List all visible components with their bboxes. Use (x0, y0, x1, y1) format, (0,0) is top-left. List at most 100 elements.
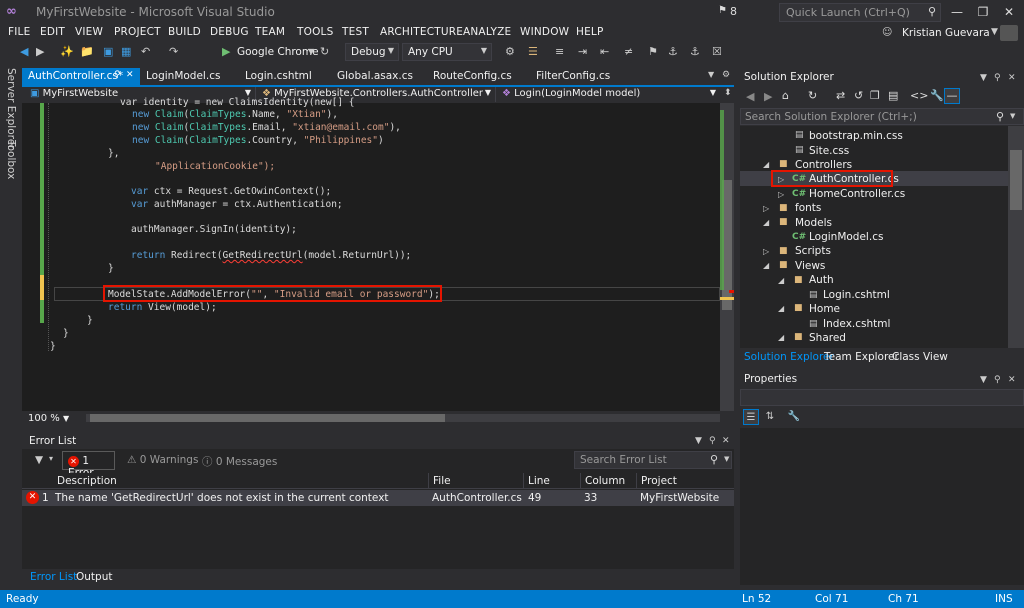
avatar[interactable] (1000, 25, 1018, 41)
menu-analyze[interactable]: ANALYZE (463, 26, 511, 38)
collapsed-arrow-icon[interactable]: ▷ (778, 190, 784, 199)
new-project-icon[interactable]: ✨ (60, 44, 74, 60)
zoom-level-dropdown[interactable]: 100 % ▼ (28, 413, 69, 424)
quick-launch-input[interactable]: Quick Launch (Ctrl+Q) (779, 3, 941, 22)
chevron-down-icon[interactable]: ▼ (695, 436, 702, 446)
save-icon[interactable]: ▣ (103, 44, 113, 60)
tab-output[interactable]: Output (76, 571, 112, 583)
column-file[interactable]: File (433, 475, 451, 487)
menu-file[interactable]: FILE (8, 26, 30, 38)
messages-filter-button[interactable]: ⓘ 0 Messages (197, 451, 282, 470)
pin-icon[interactable]: ⚲ (994, 73, 1001, 83)
configuration-dropdown[interactable]: Debug ▼ (345, 43, 399, 61)
toolbox-tab[interactable]: Toolbox (5, 140, 17, 179)
menu-team[interactable]: TEAM (255, 26, 285, 38)
pin-icon[interactable]: ⚲ (114, 70, 121, 80)
properties-object-dropdown[interactable] (740, 389, 1024, 406)
tab-team-explorer[interactable]: Team Explorer (824, 351, 899, 363)
pending-changes-icon[interactable]: ↻ (808, 89, 817, 102)
solution-explorer-scroll-thumb[interactable] (1010, 150, 1022, 210)
tree-item-home-folder[interactable]: Home (809, 302, 840, 316)
tree-item-login-cshtml[interactable]: Login.cshtml (823, 288, 890, 302)
chevron-down-icon[interactable]: ▼ (980, 73, 987, 83)
platform-dropdown[interactable]: Any CPU ▼ (402, 43, 492, 61)
menu-test[interactable]: TEST (342, 26, 369, 38)
sync-icon[interactable]: ⇄ (836, 89, 845, 102)
search-icon[interactable]: ⚲ (710, 453, 718, 466)
tree-item-scripts[interactable]: Scripts (795, 244, 831, 258)
tree-item-shared-folder[interactable]: Shared (809, 331, 846, 345)
column-column[interactable]: Column (585, 475, 625, 487)
property-pages-icon[interactable]: 🔧 (786, 409, 802, 425)
back-icon[interactable]: ◀ (746, 90, 754, 103)
undo-icon[interactable]: ↶ (141, 44, 150, 60)
home-icon[interactable]: ⌂ (782, 89, 789, 102)
tab-overflow-icon[interactable]: ▼ (708, 70, 714, 79)
categorized-icon[interactable]: ☰ (743, 409, 759, 425)
horizontal-scroll-thumb[interactable] (90, 414, 445, 422)
warnings-filter-button[interactable]: ⚠ 0 Warnings (122, 451, 203, 470)
chevron-down-icon[interactable]: ▼ (308, 44, 314, 60)
maximize-button[interactable]: ❐ (972, 3, 994, 21)
chevron-down-icon[interactable]: ▼ (980, 375, 987, 385)
tree-item-models[interactable]: Models (795, 216, 832, 230)
redo-icon[interactable]: ↷ (169, 44, 178, 60)
menu-build[interactable]: BUILD (168, 26, 201, 38)
outdent-icon[interactable]: ⇤ (600, 44, 609, 60)
tab-solution-explorer[interactable]: Solution Explorer (744, 351, 834, 363)
expanded-arrow-icon[interactable]: ◢ (763, 261, 769, 270)
pin-icon[interactable]: ⚲ (709, 436, 716, 446)
chevron-down-icon[interactable]: ▾ (44, 451, 58, 470)
forward-icon[interactable]: ▶ (764, 90, 772, 103)
close-icon[interactable]: ✕ (1008, 375, 1016, 385)
menu-tools[interactable]: TOOLS (297, 26, 333, 38)
uncomment-icon[interactable]: ≠ (624, 44, 633, 60)
notification-flag-icon[interactable]: ⚑ (718, 5, 727, 16)
expanded-arrow-icon[interactable]: ◢ (763, 160, 769, 169)
chevron-down-icon[interactable]: ▼ (1010, 112, 1015, 120)
member-dropdown[interactable]: ❖ Login(LoginModel model) ▼ (498, 87, 720, 102)
search-icon[interactable]: ⚲ (996, 110, 1004, 123)
properties-wrench-icon[interactable]: 🔧 (930, 89, 944, 102)
tab-class-view[interactable]: Class View (892, 351, 948, 363)
indent-icon[interactable]: ⇥ (578, 44, 587, 60)
tab-global-asax[interactable]: Global.asax.cs (331, 68, 419, 85)
close-button[interactable]: ✕ (998, 3, 1020, 21)
close-icon[interactable]: ✕ (126, 70, 134, 80)
preview-selected-icon[interactable]: — (944, 88, 960, 104)
menu-help[interactable]: HELP (576, 26, 604, 38)
pin-icon[interactable]: ⚲ (994, 375, 1001, 385)
run-target-button[interactable]: Google Chrome (237, 44, 319, 60)
solution-explorer-search-input[interactable]: Search Solution Explorer (Ctrl+;) (740, 108, 1024, 125)
tab-loginmodel[interactable]: LoginModel.cs (140, 68, 226, 85)
tab-authcontroller[interactable]: AuthController.cs* ⚲ ✕ (22, 68, 140, 85)
expanded-arrow-icon[interactable]: ◢ (763, 218, 769, 227)
chevron-down-icon[interactable]: ▼ (991, 27, 998, 37)
errors-filter-button[interactable]: ✕ 1 Error (62, 451, 115, 479)
menu-architecture[interactable]: ARCHITECTURE (380, 26, 463, 38)
tree-item-site-css[interactable]: Site.css (809, 144, 849, 158)
tree-item-fonts[interactable]: fonts (795, 201, 821, 215)
show-all-files-icon[interactable]: ▤ (888, 89, 898, 102)
menu-edit[interactable]: EDIT (40, 26, 65, 38)
chevron-down-icon[interactable]: ▼ (724, 455, 729, 463)
prev-bookmark-icon[interactable]: ⚓ (668, 44, 678, 60)
find-in-files-icon[interactable]: ☰ (528, 44, 538, 60)
expanded-arrow-icon[interactable]: ◢ (778, 276, 784, 285)
tree-item-loginmodel[interactable]: LoginModel.cs (809, 230, 883, 244)
tree-item-bootstrap-css[interactable]: bootstrap.min.css (809, 129, 903, 143)
tab-error-list[interactable]: Error List (30, 571, 77, 583)
alphabetical-icon[interactable]: ⇅ (762, 409, 778, 425)
settings-gear-icon[interactable]: ⚙ (722, 70, 730, 80)
minimize-button[interactable]: — (946, 3, 968, 21)
view-code-icon[interactable]: <> (910, 89, 928, 102)
server-explorer-tab[interactable]: Server Explorer (5, 68, 17, 150)
menu-view[interactable]: VIEW (75, 26, 103, 38)
tab-login-cshtml[interactable]: Login.cshtml (239, 68, 318, 85)
collapsed-arrow-icon[interactable]: ▷ (763, 247, 769, 256)
tab-routeconfig[interactable]: RouteConfig.cs (427, 68, 518, 85)
expanded-arrow-icon[interactable]: ◢ (778, 304, 784, 313)
forward-icon[interactable]: ▶ (36, 44, 44, 60)
expanded-arrow-icon[interactable]: ◢ (778, 333, 784, 342)
feedback-icon[interactable]: ☺ (882, 27, 892, 38)
